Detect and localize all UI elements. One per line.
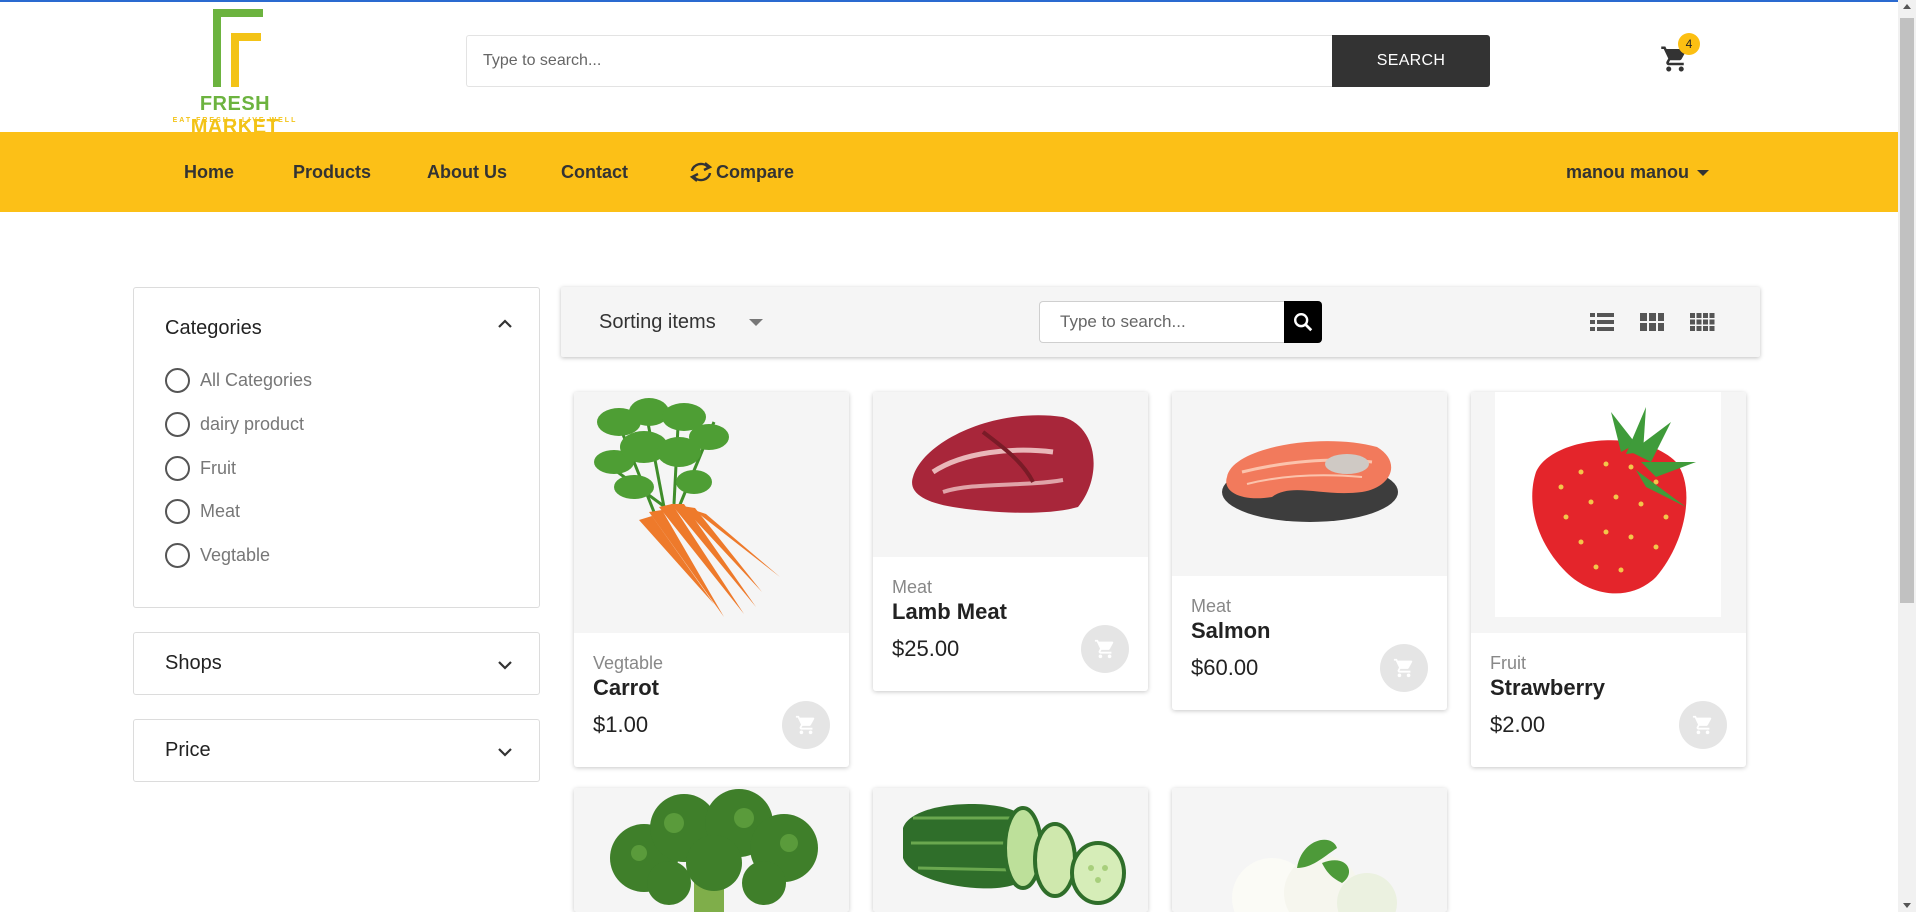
sort-dropdown[interactable]: Sorting items xyxy=(599,287,716,357)
product-card[interactable] xyxy=(873,788,1148,912)
grid-view-icon[interactable] xyxy=(1639,311,1665,333)
product-price: $60.00 xyxy=(1191,655,1259,680)
product-card[interactable]: Meat Lamb Meat $25.00 xyxy=(873,392,1148,691)
radio-circle[interactable] xyxy=(165,498,190,524)
product-name[interactable]: Carrot xyxy=(593,675,659,701)
category-option-meat[interactable]: Meat xyxy=(165,498,240,524)
header-search-button[interactable]: SEARCH xyxy=(1332,35,1490,87)
logo-tagline: EAT FRESH · LIVE WELL xyxy=(172,117,298,124)
chevron-down-icon xyxy=(498,748,512,757)
user-menu[interactable]: manou manou xyxy=(1566,132,1710,212)
product-image-mozzarella[interactable] xyxy=(1172,788,1447,912)
product-image-lamb-meat[interactable] xyxy=(873,392,1148,557)
search-icon xyxy=(1294,313,1313,332)
products-search xyxy=(1039,301,1322,343)
add-to-cart-button[interactable] xyxy=(1081,625,1129,673)
category-option-dairy[interactable]: dairy product xyxy=(165,411,304,437)
shops-panel[interactable]: Shops xyxy=(133,632,540,695)
product-image-strawberry[interactable] xyxy=(1471,392,1746,633)
products-search-input[interactable] xyxy=(1039,301,1285,343)
page-scrollbar[interactable] xyxy=(1898,0,1916,912)
logo-mark-icon xyxy=(213,9,263,87)
nav-compare-label: Compare xyxy=(716,162,795,182)
chevron-up-icon[interactable] xyxy=(497,318,513,330)
product-name[interactable]: Salmon xyxy=(1191,618,1270,644)
top-accent-line xyxy=(0,0,1898,2)
product-card[interactable]: Vegtable Carrot $1.00 xyxy=(574,392,849,767)
header-search-input[interactable] xyxy=(466,35,1334,87)
sort-caret-icon[interactable] xyxy=(749,319,763,326)
price-panel[interactable]: Price xyxy=(133,719,540,782)
product-image-carrot[interactable] xyxy=(574,392,849,633)
product-image-salmon[interactable] xyxy=(1172,392,1447,576)
product-category: Fruit xyxy=(1490,653,1526,673)
radio-circle[interactable] xyxy=(165,411,190,437)
fresh-market-logo[interactable]: FRESH MARKET EAT FRESH · LIVE WELL xyxy=(155,5,315,138)
dense-grid-view-icon[interactable] xyxy=(1689,311,1715,333)
main-nav: Home Products About Us Contact Compare m… xyxy=(0,132,1898,212)
radio-circle[interactable] xyxy=(165,367,190,393)
shops-title: Shops xyxy=(165,652,222,674)
header-search: SEARCH xyxy=(466,35,1490,87)
product-category: Meat xyxy=(1191,596,1232,616)
product-card[interactable]: Fruit Strawberry $2.00 xyxy=(1471,392,1746,767)
product-image-cucumber[interactable] xyxy=(873,788,1148,912)
product-card[interactable] xyxy=(574,788,849,912)
category-label: Meat xyxy=(200,500,241,521)
add-to-cart-button[interactable] xyxy=(1380,644,1428,692)
category-option-all[interactable]: All Categories xyxy=(165,367,312,393)
shopping-cart-icon xyxy=(1094,639,1114,659)
category-label: Fruit xyxy=(200,457,236,478)
scroll-up-icon[interactable] xyxy=(1903,4,1911,9)
chevron-down-icon xyxy=(1697,170,1710,177)
nav-contact[interactable]: Contact xyxy=(561,132,628,212)
product-name[interactable]: Strawberry xyxy=(1490,675,1605,701)
products-toolbar: Sorting items xyxy=(561,287,1760,357)
nav-compare[interactable]: Compare xyxy=(688,132,794,212)
compare-arrows-icon xyxy=(689,161,713,182)
shopping-cart-icon xyxy=(795,715,815,735)
products-search-button[interactable] xyxy=(1284,301,1322,343)
product-image-broccoli[interactable] xyxy=(574,788,849,912)
add-to-cart-button[interactable] xyxy=(782,701,830,749)
list-view-icon[interactable] xyxy=(1589,311,1615,333)
product-category: Vegtable xyxy=(593,653,664,673)
shopping-cart-icon xyxy=(1393,658,1413,678)
user-name: manou manou xyxy=(1566,162,1690,182)
scrollbar-thumb[interactable] xyxy=(1900,18,1914,603)
product-card[interactable]: Meat Salmon $60.00 xyxy=(1172,392,1447,710)
product-price: $2.00 xyxy=(1490,712,1546,737)
radio-circle[interactable] xyxy=(165,455,190,481)
categories-title[interactable]: Categories xyxy=(165,317,262,340)
categories-panel: Categories All Categories dairy product … xyxy=(133,287,540,608)
category-label: dairy product xyxy=(200,413,305,434)
product-name[interactable]: Lamb Meat xyxy=(892,599,1007,625)
category-label: Vegtable xyxy=(200,544,271,565)
nav-home[interactable]: Home xyxy=(184,132,234,212)
add-to-cart-button[interactable] xyxy=(1679,701,1727,749)
product-category: Meat xyxy=(892,577,933,597)
shopping-cart-icon xyxy=(1692,715,1712,735)
scroll-down-icon[interactable] xyxy=(1903,903,1911,908)
category-option-fruit[interactable]: Fruit xyxy=(165,455,236,481)
price-title: Price xyxy=(165,739,211,761)
nav-products[interactable]: Products xyxy=(293,132,371,212)
cart-button[interactable]: 4 xyxy=(1660,33,1700,74)
product-price: $25.00 xyxy=(892,636,960,661)
nav-about-us[interactable]: About Us xyxy=(427,132,507,212)
category-option-vegtable[interactable]: Vegtable xyxy=(165,542,270,568)
chevron-down-icon xyxy=(498,661,512,670)
product-price: $1.00 xyxy=(593,712,649,737)
category-label: All Categories xyxy=(200,369,313,390)
radio-circle[interactable] xyxy=(165,542,190,568)
cart-count-badge: 4 xyxy=(1678,33,1700,55)
product-card[interactable] xyxy=(1172,788,1447,912)
